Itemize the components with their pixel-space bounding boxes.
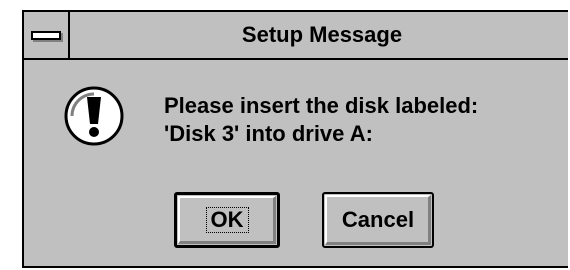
ok-button[interactable]: OK [174,192,280,248]
system-menu-icon [31,30,61,40]
system-menu-button[interactable] [24,12,70,58]
message-line-2: 'Disk 3' into drive A: [164,121,373,146]
title-bar: Setup Message [24,12,568,60]
message-text: Please insert the disk labeled: 'Disk 3'… [164,92,478,148]
setup-message-dialog: Setup Message Please insert the disk lab… [22,10,568,268]
message-line-1: Please insert the disk labeled: [164,93,479,118]
window-title: Setup Message [241,22,403,47]
ok-button-label: OK [205,207,249,233]
cancel-button[interactable]: Cancel [322,192,434,248]
cancel-button-label: Cancel [341,207,415,232]
exclamation-icon [64,86,124,146]
